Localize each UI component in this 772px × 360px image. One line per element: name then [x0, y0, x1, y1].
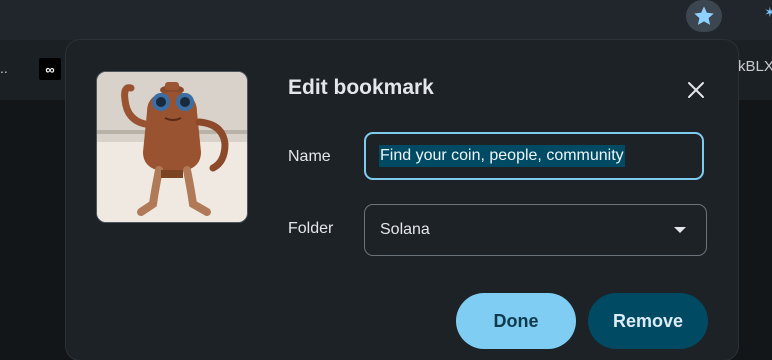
- edit-bookmark-dialog: Edit bookmark Name Find your coin, peopl…: [66, 40, 738, 360]
- browser-toolbar: ✶: [0, 0, 772, 40]
- caret-down-icon: [674, 227, 686, 233]
- folder-label: Folder: [288, 220, 334, 237]
- bookmark-item-label[interactable]: kBLX:: [738, 58, 772, 75]
- star-icon-partial: ✶: [764, 4, 772, 20]
- star-filled-icon: [694, 6, 714, 25]
- bookmark-star-button[interactable]: [686, 0, 722, 32]
- done-button[interactable]: Done: [456, 293, 576, 349]
- dialog-title: Edit bookmark: [288, 76, 434, 99]
- remove-button[interactable]: Remove: [588, 293, 708, 349]
- folder-select[interactable]: Solana: [364, 204, 707, 256]
- name-input[interactable]: Find your coin, people, community: [364, 132, 704, 180]
- close-button[interactable]: [680, 74, 712, 106]
- bookmark-favicon-infinity[interactable]: ∞: [39, 58, 61, 80]
- name-input-value[interactable]: Find your coin, people, community: [379, 145, 625, 167]
- close-icon: [688, 82, 704, 98]
- teapot-character-image: [97, 72, 247, 222]
- folder-select-value: Solana: [380, 221, 430, 238]
- bookmark-item-overflow[interactable]: ..: [0, 60, 8, 76]
- name-label: Name: [288, 148, 331, 165]
- bookmark-thumbnail: [96, 71, 248, 223]
